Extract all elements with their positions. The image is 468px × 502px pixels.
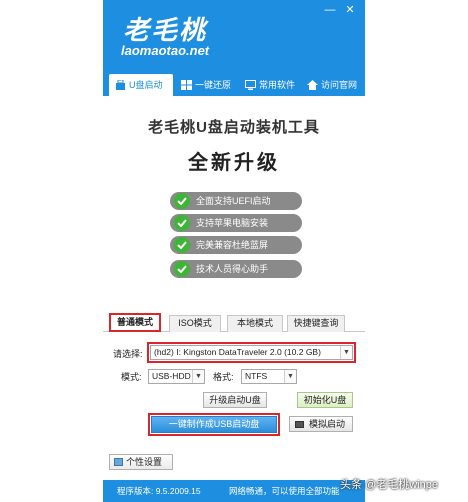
chevron-down-icon[interactable]: ▼ — [192, 370, 204, 383]
device-select[interactable]: (hd2) I: Kingston DataTraveler 2.0 (10.2… — [147, 342, 356, 363]
feature-label: 支持苹果电脑安装 — [196, 218, 269, 228]
usb-icon — [116, 80, 125, 90]
network-status-text: 网络畅通，可以使用全部功能 — [229, 486, 340, 496]
check-icon — [174, 215, 190, 231]
status-bar: 程序版本: 9.5.2009.15 网络畅通，可以使用全部功能 — [103, 480, 365, 502]
feature-label: 技术人员得心助手 — [196, 264, 269, 274]
format-select-value: NTFS — [245, 371, 268, 381]
tab-visit-website[interactable]: 访问官网 — [301, 74, 363, 96]
settings-icon — [114, 458, 123, 466]
feature-badge: 完美兼容杜绝蓝屏 — [170, 236, 302, 254]
format-select[interactable]: NTFS ▼ — [241, 369, 297, 384]
close-button[interactable]: ✕ — [343, 4, 357, 16]
device-select-value: (hd2) I: Kingston DataTraveler 2.0 (10.2… — [154, 347, 321, 357]
tab-hotkey-query[interactable]: 快捷键查询 — [287, 315, 345, 332]
mode-select-value: USB-HDD — [152, 371, 191, 381]
check-icon — [174, 237, 190, 253]
app-window: 老毛桃 laomaotao.net — ✕ U盘启动 一键还原 常用软件 访问官… — [103, 0, 365, 502]
mode-select[interactable]: USB-HDD ▼ — [148, 369, 205, 384]
feature-badge: 支持苹果电脑安装 — [170, 214, 302, 232]
tab-label: 一键还原 — [195, 80, 232, 90]
version-text: 程序版本: 9.5.2009.15 — [117, 486, 201, 496]
monitor-icon — [245, 80, 256, 90]
tab-label: 常用软件 — [259, 80, 296, 90]
check-icon — [174, 261, 190, 277]
tab-usb-boot[interactable]: U盘启动 — [109, 74, 173, 96]
check-icon — [174, 193, 190, 209]
windows-icon — [181, 80, 192, 90]
format-label: 格式: — [213, 372, 234, 382]
feature-label: 全面支持UEFI启动 — [196, 196, 271, 206]
mode-tabbar: 普通模式 ISO模式 本地模式 快捷键查询 — [103, 312, 365, 332]
monitor-icon — [295, 421, 304, 428]
tab-one-key-restore[interactable]: 一键还原 — [175, 74, 235, 96]
upgrade-usb-button[interactable]: 升级启动U盘 — [203, 392, 267, 408]
make-usb-boot-button[interactable]: 一键制作成USB启动盘 — [148, 413, 280, 436]
init-usb-button[interactable]: 初始化U盘 — [297, 392, 353, 408]
main-subtitle: 全新升级 — [188, 152, 280, 174]
tab-label: U盘启动 — [129, 80, 163, 90]
tab-local-mode[interactable]: 本地模式 — [227, 315, 283, 332]
tab-iso-mode[interactable]: ISO模式 — [169, 315, 221, 332]
feature-label: 完美兼容杜绝蓝屏 — [196, 240, 269, 250]
app-header: 老毛桃 laomaotao.net — ✕ — [103, 0, 365, 72]
tab-label: 访问官网 — [321, 80, 358, 90]
tab-common-software[interactable]: 常用软件 — [239, 74, 299, 96]
device-select-label: 请选择: — [113, 349, 143, 359]
custom-settings-label: 个性设置 — [126, 457, 163, 467]
main-tabbar: U盘启动 一键还原 常用软件 访问官网 — [103, 72, 365, 96]
custom-settings-button[interactable]: 个性设置 — [109, 454, 173, 470]
simulate-boot-button[interactable]: 模拟启动 — [289, 416, 353, 432]
tab-normal-mode[interactable]: 普通模式 — [109, 313, 161, 332]
home-icon — [307, 80, 318, 90]
mode-label: 模式: — [121, 372, 142, 382]
watermark: 头条 @老毛桃winpe — [340, 479, 438, 491]
minimize-button[interactable]: — — [323, 4, 337, 16]
feature-badge: 全面支持UEFI启动 — [170, 192, 302, 210]
app-logo-url: laomaotao.net — [121, 43, 210, 58]
chevron-down-icon[interactable]: ▼ — [284, 370, 296, 383]
app-logo: 老毛桃 — [123, 16, 208, 46]
chevron-down-icon[interactable]: ▼ — [340, 346, 352, 359]
simulate-boot-label: 模拟启动 — [308, 419, 345, 429]
feature-badge: 技术人员得心助手 — [170, 260, 302, 278]
main-title: 老毛桃U盘启动装机工具 — [148, 119, 320, 136]
